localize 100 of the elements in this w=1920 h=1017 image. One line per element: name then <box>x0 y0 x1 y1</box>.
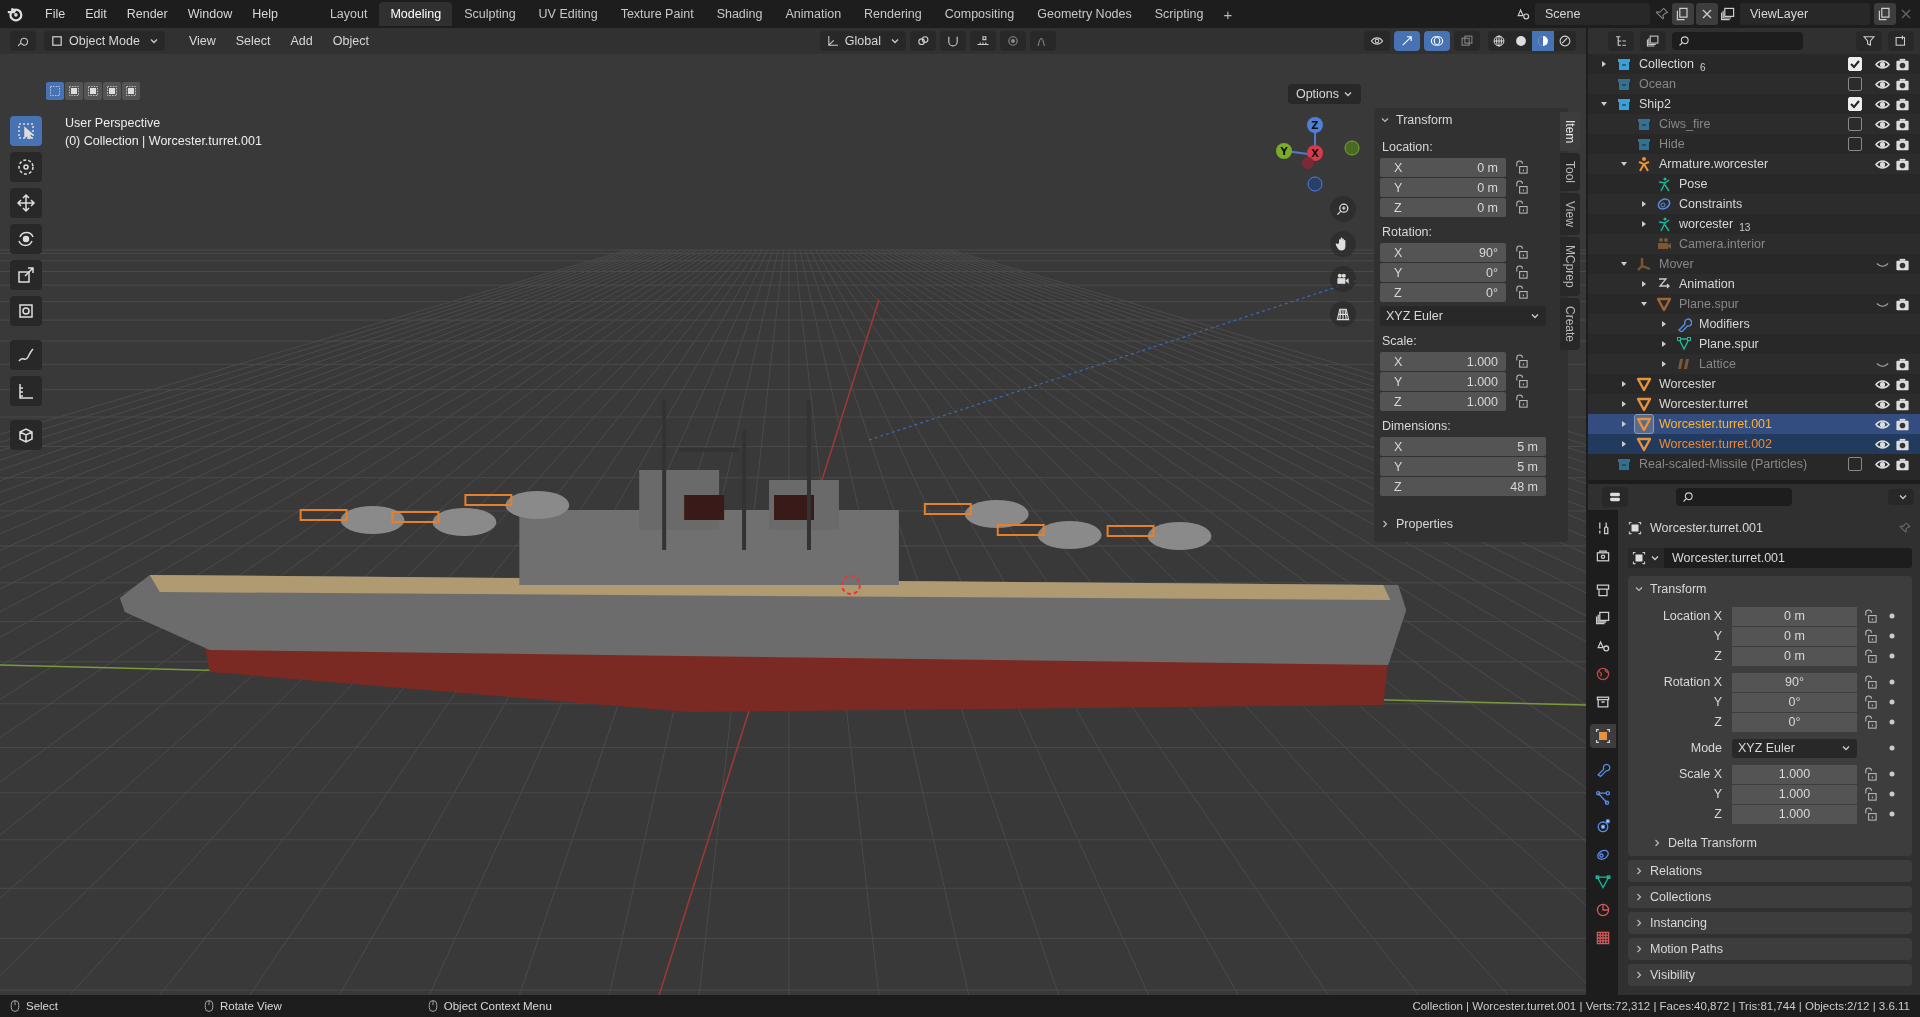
select-mode-button[interactable] <box>46 82 64 100</box>
number-field[interactable]: 1.000 <box>1732 804 1857 824</box>
outliner-row[interactable]: Ocean <box>1588 74 1920 94</box>
lock-icon[interactable] <box>1514 394 1529 409</box>
number-field[interactable]: Y 0° <box>1380 263 1506 282</box>
camera-icon[interactable] <box>1895 376 1910 392</box>
rotate-tool-button[interactable] <box>10 224 42 254</box>
camera-icon[interactable] <box>1895 156 1910 172</box>
number-field[interactable]: 0 m <box>1732 646 1857 666</box>
keyframe-dot-icon[interactable] <box>1888 652 1896 660</box>
number-field[interactable]: 0° <box>1732 692 1857 712</box>
material-shading-button[interactable] <box>1532 31 1554 51</box>
panel-title[interactable]: Motion Paths <box>1650 942 1723 956</box>
outliner-row[interactable]: Armature.worcester <box>1588 154 1920 174</box>
falloff-button[interactable] <box>1030 31 1056 51</box>
pivot-button[interactable] <box>910 31 936 51</box>
include-checkbox[interactable] <box>1848 77 1862 91</box>
menu-item[interactable]: Edit <box>76 4 116 24</box>
lock-icon[interactable] <box>1514 285 1529 300</box>
number-field[interactable]: Y 1.000 <box>1380 372 1506 391</box>
pan-button[interactable] <box>1330 231 1356 257</box>
visibility-dropdown[interactable] <box>1364 31 1390 51</box>
search-field[interactable] <box>1676 488 1792 506</box>
workspace-tab[interactable]: Geometry Nodes <box>1026 2 1143 26</box>
keyframe-dot-icon[interactable] <box>1888 632 1896 640</box>
select-mode-button[interactable] <box>84 82 102 100</box>
outliner-row[interactable]: Worcester.turret <box>1588 394 1920 414</box>
rotation-mode-dropdown[interactable]: XYZ Euler <box>1732 738 1857 758</box>
camera-icon[interactable] <box>1895 456 1910 472</box>
camera-view-button[interactable] <box>1330 266 1356 292</box>
outliner-row[interactable]: Ciws_fire <box>1588 114 1920 134</box>
number-field[interactable]: 1.000 <box>1732 784 1857 804</box>
object-name-field[interactable]: Worcester.turret.001 <box>1664 548 1912 568</box>
pin-icon[interactable] <box>1654 6 1670 22</box>
camera-icon[interactable] <box>1895 76 1910 92</box>
outliner-row[interactable]: Constraints <box>1588 194 1920 214</box>
outliner-row[interactable]: Plane.spur <box>1588 294 1920 314</box>
options-dropdown[interactable] <box>1888 489 1914 505</box>
number-field[interactable]: 90° <box>1732 672 1857 692</box>
add-workspace-button[interactable]: + <box>1215 2 1241 26</box>
camera-icon[interactable] <box>1895 116 1910 132</box>
lock-icon[interactable] <box>1863 674 1878 690</box>
number-field[interactable]: 1.000 <box>1732 764 1857 784</box>
outliner-row[interactable]: Real-scaled-Missile (Particles) <box>1588 454 1920 474</box>
outliner-row[interactable]: worcester 13 <box>1588 214 1920 234</box>
expand-arrow-icon[interactable] <box>1620 400 1628 408</box>
orientation-dropdown[interactable]: Global <box>819 31 906 51</box>
cube-tool-button[interactable] <box>10 420 42 450</box>
number-field[interactable]: X 1.000 <box>1380 352 1506 371</box>
camera-icon[interactable] <box>1895 256 1910 272</box>
proportional-edit-button[interactable] <box>1000 31 1026 51</box>
display-mode-dropdown[interactable] <box>1608 31 1634 51</box>
lock-icon[interactable] <box>1863 766 1878 782</box>
outliner-row[interactable]: Camera.interior <box>1588 234 1920 254</box>
workspace-tab[interactable]: Texture Paint <box>609 2 705 26</box>
measure-tool-button[interactable] <box>10 376 42 406</box>
expand-arrow-icon[interactable] <box>1600 100 1608 108</box>
workspace-tab[interactable]: Rendering <box>853 2 933 26</box>
outliner-row[interactable]: Pose <box>1588 174 1920 194</box>
include-checkbox[interactable] <box>1848 117 1862 131</box>
lock-icon[interactable] <box>1514 180 1529 195</box>
gizmo-toggle[interactable] <box>1394 31 1420 51</box>
expand-arrow-icon[interactable] <box>1620 380 1628 388</box>
workspace-tab[interactable]: Compositing <box>933 2 1026 26</box>
annotate-tool-button[interactable] <box>10 340 42 370</box>
workspace-tab[interactable]: Layout <box>318 2 379 26</box>
close-icon[interactable] <box>1696 3 1718 25</box>
lock-icon[interactable] <box>1863 648 1878 664</box>
xray-toggle[interactable] <box>1454 31 1480 51</box>
outliner-row[interactable]: Ship2 <box>1588 94 1920 114</box>
outliner-row[interactable]: Hide <box>1588 134 1920 154</box>
select-mode-button[interactable] <box>103 82 121 100</box>
lock-icon[interactable] <box>1514 374 1529 389</box>
snap-button[interactable] <box>940 31 966 51</box>
lock-icon[interactable] <box>1863 786 1878 802</box>
panel-title[interactable]: Collections <box>1650 890 1712 904</box>
lock-icon[interactable] <box>1863 694 1878 710</box>
outliner-row[interactable]: Lattice <box>1588 354 1920 374</box>
options-dropdown[interactable]: Options <box>1287 84 1361 104</box>
keyframe-dot-icon[interactable] <box>1888 744 1896 752</box>
number-field[interactable]: Y 5 m <box>1380 457 1546 476</box>
camera-icon[interactable] <box>1895 396 1910 412</box>
expand-arrow-icon[interactable] <box>1640 220 1648 228</box>
rotation-mode-dropdown[interactable]: XYZ Euler <box>1380 306 1546 326</box>
keyframe-dot-icon[interactable] <box>1888 770 1896 778</box>
camera-icon[interactable] <box>1895 136 1910 152</box>
lock-icon[interactable] <box>1514 354 1529 369</box>
workspace-tab[interactable]: Modeling <box>379 2 453 26</box>
keyframe-dot-icon[interactable] <box>1888 718 1896 726</box>
expand-arrow-icon[interactable] <box>1640 280 1648 288</box>
expand-arrow-icon[interactable] <box>1660 340 1668 348</box>
expand-arrow-icon[interactable] <box>1640 300 1648 308</box>
number-field[interactable]: Z 1.000 <box>1380 392 1506 411</box>
menu-item[interactable]: Help <box>243 4 287 24</box>
sidebar-tab[interactable]: Tool <box>1560 153 1580 192</box>
outliner-row[interactable]: Worcester.turret.001 <box>1588 414 1920 434</box>
panel-title[interactable]: Transform <box>1396 113 1453 127</box>
lock-icon[interactable] <box>1514 265 1529 280</box>
number-field[interactable]: X 0 m <box>1380 158 1506 177</box>
object-properties-tab[interactable] <box>1590 724 1616 748</box>
